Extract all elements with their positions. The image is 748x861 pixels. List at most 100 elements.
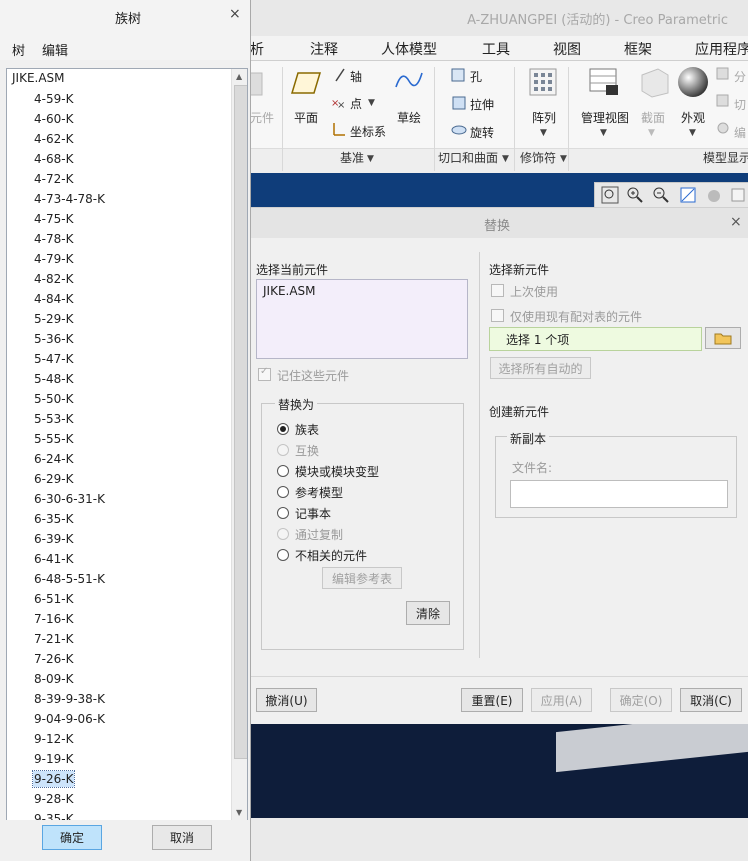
- zoom-fit-icon[interactable]: [601, 186, 619, 204]
- tree-item[interactable]: 5-48-K: [33, 371, 74, 387]
- tree-item[interactable]: 4-75-K: [33, 211, 74, 227]
- scrollbar-thumb[interactable]: [234, 85, 247, 759]
- ribbon-revolve-label[interactable]: 旋转: [470, 124, 494, 141]
- tree-item[interactable]: 9-04-9-06-K: [33, 711, 106, 727]
- open-file-button[interactable]: [705, 327, 741, 349]
- tree-item[interactable]: 9-19-K: [33, 751, 74, 767]
- ribbon-manage-views-label[interactable]: 管理视图: [581, 109, 629, 126]
- cancel-button[interactable]: 取消: [152, 825, 212, 850]
- tree-item[interactable]: 6-30-6-31-K: [33, 491, 106, 507]
- tree-item[interactable]: 5-29-K: [33, 311, 74, 327]
- section-icon[interactable]: [638, 65, 672, 99]
- chevron-down-icon[interactable]: ▼: [367, 154, 374, 164]
- tab-manikin[interactable]: 人体模型: [381, 39, 437, 59]
- close-icon[interactable]: ×: [229, 6, 241, 22]
- tree-item[interactable]: 4-82-K: [33, 271, 74, 287]
- tree-item[interactable]: 4-59-K: [33, 91, 74, 107]
- tree-item[interactable]: 8-39-9-38-K: [33, 691, 106, 707]
- tree-item[interactable]: 7-16-K: [33, 611, 74, 627]
- ribbon-pattern-label[interactable]: 阵列: [532, 109, 556, 126]
- scroll-down-icon[interactable]: ▼: [236, 808, 242, 817]
- tab-applications[interactable]: 应用程序: [695, 39, 748, 59]
- manage-views-icon[interactable]: [588, 65, 622, 99]
- ribbon-group-datum[interactable]: 基准: [340, 149, 364, 166]
- scroll-up-icon[interactable]: ▲: [236, 72, 242, 81]
- edit-position-icon[interactable]: [716, 121, 730, 135]
- replace-dialog-titlebar[interactable]: 替换 ×: [250, 208, 748, 238]
- tree-item[interactable]: 5-47-K: [33, 351, 74, 367]
- ribbon-extrude-label[interactable]: 拉伸: [470, 96, 494, 113]
- menu-edit[interactable]: 编辑: [42, 40, 68, 59]
- tree-item[interactable]: 7-26-K: [33, 651, 74, 667]
- tab-tools[interactable]: 工具: [482, 39, 510, 59]
- zoom-in-icon[interactable]: [626, 186, 644, 204]
- hole-icon[interactable]: [450, 67, 468, 85]
- radio-notebook[interactable]: [277, 507, 289, 519]
- tree-item[interactable]: 7-21-K: [33, 631, 74, 647]
- tree-item[interactable]: 6-24-K: [33, 451, 74, 467]
- ribbon-point-label[interactable]: 点: [350, 95, 362, 112]
- tree-item[interactable]: 4-60-K: [33, 111, 74, 127]
- tree-item[interactable]: 4-84-K: [33, 291, 74, 307]
- repaint-icon[interactable]: [679, 186, 697, 204]
- tree-item[interactable]: 4-68-K: [33, 151, 74, 167]
- tree-item[interactable]: 5-36-K: [33, 331, 74, 347]
- menu-tree[interactable]: 树: [12, 40, 25, 59]
- appearance-sphere-icon[interactable]: [676, 65, 710, 99]
- tree-item[interactable]: 8-09-K: [33, 671, 74, 687]
- option-module-variant[interactable]: 模块或模块变型: [295, 463, 379, 480]
- tree-scrollbar[interactable]: ▲ ▼: [231, 69, 247, 821]
- chevron-down-icon[interactable]: ▼: [368, 98, 375, 108]
- tree-item[interactable]: 6-48-5-51-K: [33, 571, 106, 587]
- saved-views-icon[interactable]: [729, 186, 747, 204]
- tree-item[interactable]: 9-28-K: [33, 791, 74, 807]
- tree-item[interactable]: 9-26-K: [31, 770, 76, 788]
- tree-item[interactable]: 6-51-K: [33, 591, 74, 607]
- family-tree-list[interactable]: JIKE.ASM 4-59-K 4-60-K 4-62-K 4-68-K 4-72-K 4…: [6, 68, 248, 822]
- tree-item[interactable]: 5-50-K: [33, 391, 74, 407]
- tree-item[interactable]: 6-35-K: [33, 511, 74, 527]
- ribbon-group-display[interactable]: 模型显示: [703, 149, 748, 166]
- tree-root[interactable]: JIKE.ASM: [12, 71, 65, 85]
- tab-analysis-partial[interactable]: 析: [250, 39, 264, 59]
- tab-frame[interactable]: 框架: [624, 39, 652, 59]
- list-item[interactable]: JIKE.ASM: [263, 284, 316, 298]
- reset-button[interactable]: 重置(E): [461, 688, 523, 712]
- ribbon-appearance-label[interactable]: 外观: [681, 109, 705, 126]
- radio-family-table[interactable]: [277, 423, 289, 435]
- tree-item[interactable]: 5-53-K: [33, 411, 74, 427]
- tree-item[interactable]: 6-39-K: [33, 531, 74, 547]
- clear-button[interactable]: 清除: [406, 601, 450, 625]
- close-icon[interactable]: ×: [730, 214, 742, 230]
- cancel-button-replace[interactable]: 取消(C): [680, 688, 742, 712]
- radio-module-variant[interactable]: [277, 465, 289, 477]
- tree-item[interactable]: 4-73-4-78-K: [33, 191, 106, 207]
- option-family-table[interactable]: 族表: [295, 421, 319, 438]
- csys-icon[interactable]: [330, 121, 346, 137]
- tree-item[interactable]: 6-41-K: [33, 551, 74, 567]
- tree-item[interactable]: 6-29-K: [33, 471, 74, 487]
- revolve-icon[interactable]: [450, 121, 468, 139]
- undo-button[interactable]: 撤消(U): [256, 688, 317, 712]
- ribbon-group-modifiers[interactable]: 修饰符: [520, 149, 556, 166]
- tab-annotate[interactable]: 注释: [310, 39, 338, 59]
- tree-item[interactable]: 5-55-K: [33, 431, 74, 447]
- radio-reference-model[interactable]: [277, 486, 289, 498]
- ribbon-group-cuts[interactable]: 切口和曲面: [438, 149, 498, 166]
- remember-checkbox[interactable]: [258, 366, 271, 381]
- tab-view[interactable]: 视图: [553, 39, 581, 59]
- chevron-down-icon[interactable]: ▼: [502, 154, 509, 164]
- ribbon-csys-label[interactable]: 坐标系: [350, 123, 386, 140]
- chevron-down-icon[interactable]: ▼: [540, 128, 547, 138]
- explode-icon[interactable]: [716, 67, 730, 81]
- sketch-icon[interactable]: [394, 67, 424, 97]
- display-style-icon[interactable]: [705, 186, 723, 204]
- option-unrelated[interactable]: 不相关的元件: [295, 547, 367, 564]
- chevron-down-icon[interactable]: ▼: [689, 128, 696, 138]
- tree-item[interactable]: 4-79-K: [33, 251, 74, 267]
- toggle-icon[interactable]: [716, 94, 730, 108]
- tree-item[interactable]: 9-12-K: [33, 731, 74, 747]
- tree-item[interactable]: 4-78-K: [33, 231, 74, 247]
- extrude-icon[interactable]: [450, 94, 468, 112]
- pattern-icon[interactable]: [528, 67, 558, 97]
